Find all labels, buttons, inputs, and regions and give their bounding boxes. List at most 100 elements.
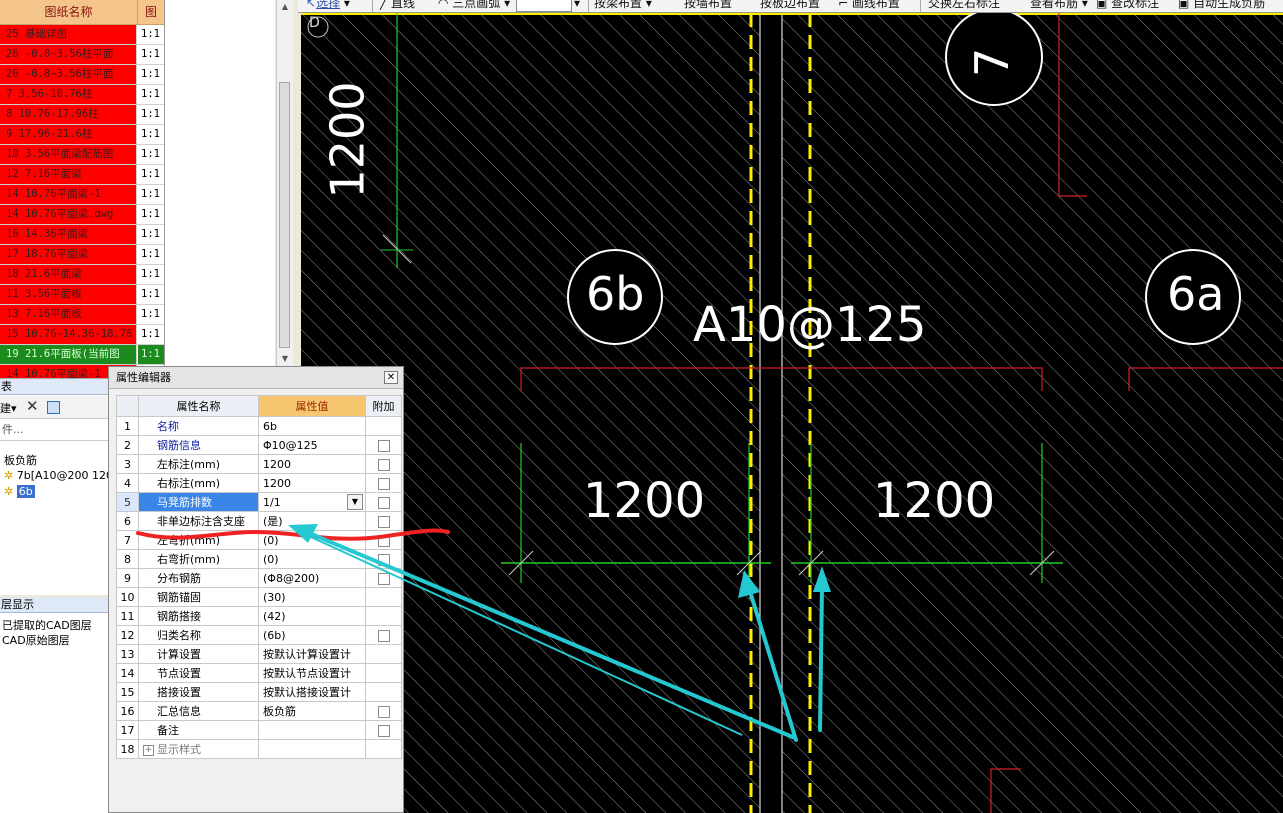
drawing-list-row[interactable]: 7 3.56-10.76柱 1:1	[0, 85, 164, 105]
drawing-list-row[interactable]: 25 基础详图 1:1	[0, 25, 164, 45]
property-value-cell[interactable]: (42)	[258, 606, 366, 626]
property-row[interactable]: 2 钢筋信息 Φ10@125	[116, 435, 402, 455]
property-value-cell[interactable]	[258, 720, 366, 740]
drawing-list-row[interactable]: 10 3.56平面梁配筋图 1:1	[0, 145, 164, 165]
drawing-list-scrollbar[interactable]: ▲ ▼	[276, 0, 293, 366]
place-by-slab-edge-button[interactable]: 按板边布置	[760, 0, 820, 11]
drawing-list-row[interactable]: 16 14.36平面梁 1:1	[0, 225, 164, 245]
column-header-scale[interactable]: 图	[138, 0, 164, 25]
edit-annotation-button[interactable]: ▣ 查改标注	[1096, 0, 1159, 11]
layer-option-extracted-cad[interactable]: 已提取的CAD图层	[2, 617, 92, 633]
property-value-cell[interactable]: 按默认搭接设置计	[258, 682, 366, 702]
column-header-drawing-name[interactable]: 图纸名称	[0, 0, 138, 25]
left-dim-text[interactable]: 1200	[583, 473, 705, 529]
attach-checkbox[interactable]	[377, 629, 390, 642]
property-editor-title[interactable]: 属性编辑器	[109, 367, 403, 389]
property-row[interactable]: 11 钢筋搭接 (42)	[116, 606, 402, 626]
attach-checkbox[interactable]	[377, 496, 390, 509]
drawing-list-row[interactable]: 12 7.16平面梁 1:1	[0, 165, 164, 185]
property-row[interactable]: 9 分布钢筋 (Φ8@200)	[116, 568, 402, 588]
property-value-cell[interactable]: (6b)	[258, 625, 366, 645]
drawing-list-row[interactable]: 26 -0.8~3.56柱平面 1:1	[0, 45, 164, 65]
property-row[interactable]: 12 归类名称 (6b)	[116, 625, 402, 645]
close-icon[interactable]: ✕	[384, 371, 398, 384]
property-row[interactable]: 13 计算设置 按默认计算设置计	[116, 644, 402, 664]
toolbar-combo-box[interactable]	[516, 0, 572, 12]
property-row[interactable]: 10 钢筋锚固 (30)	[116, 587, 402, 607]
cad-canvas[interactable]: D 7 6b 6a A10@125 1200 1200 1200	[301, 13, 1283, 813]
property-value-cell[interactable]: (30)	[258, 587, 366, 607]
draw-line-placement-button[interactable]: ⌐ 画线布置	[838, 0, 900, 11]
property-value-cell[interactable]: 1200	[258, 473, 366, 493]
property-value-cell[interactable]: Φ10@125	[258, 435, 366, 455]
property-row[interactable]: 3 左标注(mm) 1200	[116, 454, 402, 474]
component-search-input[interactable]: 件...	[0, 419, 108, 441]
place-by-wall-button[interactable]: 按墙布置	[684, 0, 732, 11]
drawing-list-row[interactable]: 13 7.16平面板 1:1	[0, 305, 164, 325]
drawing-list-row[interactable]: 9 17.96-21.6柱 1:1	[0, 125, 164, 145]
expand-plus-icon[interactable]: +	[143, 744, 154, 756]
dropdown-arrow-icon[interactable]: ▼	[347, 494, 363, 510]
attach-checkbox[interactable]	[377, 724, 390, 737]
select-tool-button[interactable]: ↖选择 ▾	[306, 0, 350, 11]
property-row[interactable]: 8 右弯折(mm) (0)	[116, 549, 402, 569]
property-value-cell[interactable]: (0)	[258, 549, 366, 569]
property-row[interactable]: 15 搭接设置 按默认搭接设置计	[116, 682, 402, 702]
scroll-down-arrow-icon[interactable]: ▼	[277, 352, 293, 366]
property-value-cell[interactable]: (0)	[258, 530, 366, 550]
tree-root-label[interactable]: 板负筋	[4, 452, 37, 468]
tree-item-6b[interactable]: ✲ 6b	[4, 485, 35, 498]
line-tool-button[interactable]: ╱ 直线	[380, 0, 415, 11]
drawing-list-row[interactable]: 14 10.76平面梁.dwg 1:1	[0, 205, 164, 225]
rebar-spec-label[interactable]: A10@125	[693, 297, 927, 353]
attach-checkbox[interactable]	[377, 553, 390, 566]
auto-generate-negative-rebar-button[interactable]: ▣ 自动生成负筋	[1178, 0, 1265, 11]
drawing-list-row[interactable]: 18 21.6平面梁 1:1	[0, 265, 164, 285]
property-row[interactable]: 7 左弯折(mm) (0)	[116, 530, 402, 550]
swap-annotations-button[interactable]: 交换左右标注	[928, 0, 1000, 11]
drawing-list-row[interactable]: 11 3.56平面板 1:1	[0, 285, 164, 305]
attach-checkbox[interactable]	[377, 477, 390, 490]
property-row[interactable]: 14 节点设置 按默认节点设置计	[116, 663, 402, 683]
attach-checkbox[interactable]	[377, 534, 390, 547]
combo-dropdown-icon[interactable]: ▾	[574, 0, 580, 11]
new-component-button[interactable]: 建▾	[0, 400, 17, 416]
property-row[interactable]: 6 非单边标注含支座 (是)	[116, 511, 402, 531]
property-value-cell[interactable]: 1200	[258, 454, 366, 474]
property-row[interactable]: 1 名称 6b	[116, 416, 402, 436]
property-row[interactable]: 18 + 显示样式	[116, 739, 402, 759]
place-by-beam-button[interactable]: 按梁布置 ▾	[594, 0, 652, 11]
property-row[interactable]: 17 备注	[116, 720, 402, 740]
drawing-list-row[interactable]: 14 10.76平面梁-11:1	[0, 185, 164, 205]
property-value-cell[interactable]: 1/1 ▼	[258, 492, 366, 512]
property-value-cell[interactable]: 按默认节点设置计	[258, 663, 366, 683]
three-point-arc-button[interactable]: ◠ 三点画弧 ▾	[438, 0, 510, 11]
drawing-list-row[interactable]: 15 10.76-14.36-18.76 1:1	[0, 325, 164, 345]
drawing-list-row[interactable]: 19 21.6平面板(当前图 1:1	[0, 345, 164, 365]
attach-checkbox[interactable]	[377, 705, 390, 718]
copy-icon[interactable]	[47, 401, 60, 414]
property-row[interactable]: 5 马凳筋排数 1/1 ▼	[116, 492, 402, 512]
attach-checkbox[interactable]	[377, 515, 390, 528]
property-value-cell[interactable]: 板负筋	[258, 701, 366, 721]
drawing-list-row[interactable]: 8 10.76-17.96柱 1:1	[0, 105, 164, 125]
tree-item-7b[interactable]: ✲ 7b[A10@200 120	[4, 469, 113, 482]
view-rebar-button[interactable]: 查看布筋 ▾	[1030, 0, 1088, 11]
property-value-cell[interactable]: (Φ8@200)	[258, 568, 366, 588]
property-value-cell[interactable]: 6b	[258, 416, 366, 436]
property-row[interactable]: 4 右标注(mm) 1200	[116, 473, 402, 493]
property-value-cell[interactable]: 按默认计算设置计	[258, 644, 366, 664]
scroll-thumb[interactable]	[279, 82, 290, 348]
attach-checkbox[interactable]	[377, 458, 390, 471]
scroll-up-arrow-icon[interactable]: ▲	[277, 0, 293, 14]
attach-checkbox[interactable]	[377, 572, 390, 585]
property-value-cell[interactable]: (是)	[258, 511, 366, 531]
drawing-list-row[interactable]: 26 -0.8~3.56柱平面 1:1	[0, 65, 164, 85]
right-dim-text[interactable]: 1200	[873, 473, 995, 529]
property-row[interactable]: 16 汇总信息 板负筋	[116, 701, 402, 721]
attach-checkbox[interactable]	[377, 439, 390, 452]
drawing-list-row[interactable]: 17 18.76平面梁 1:1	[0, 245, 164, 265]
layer-option-original-cad[interactable]: CAD原始图层	[2, 632, 70, 648]
delete-icon[interactable]: ✕	[26, 397, 39, 415]
property-value-cell[interactable]	[258, 739, 366, 759]
